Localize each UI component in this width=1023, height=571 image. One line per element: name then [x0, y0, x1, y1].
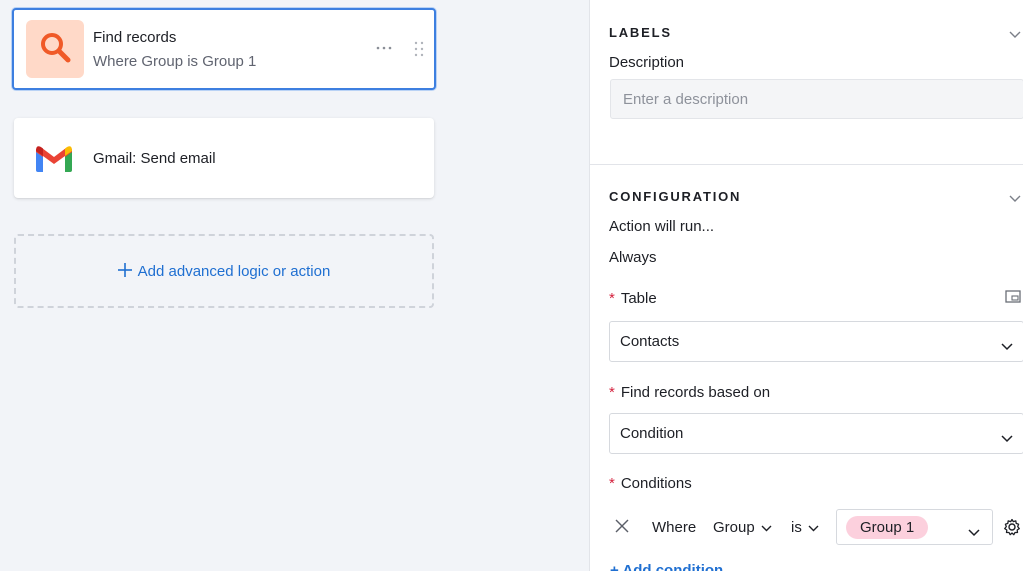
- add-condition-link[interactable]: + Add condition: [610, 562, 723, 571]
- condition-value-pill: Group 1: [846, 516, 929, 539]
- find-based-select-value: Condition: [620, 425, 684, 442]
- condition-field-select[interactable]: Group: [713, 519, 772, 536]
- configuration-section-heading: CONFIGURATION: [609, 189, 742, 204]
- chevron-down-icon: [1001, 338, 1013, 355]
- more-options-icon[interactable]: [376, 40, 392, 56]
- run-condition-value[interactable]: Always: [609, 249, 657, 266]
- gmail-icon: [34, 143, 74, 178]
- step-subtitle: Where Group is Group 1: [93, 53, 257, 70]
- condition-prefix: Where: [652, 519, 697, 536]
- chevron-down-icon: [761, 525, 772, 532]
- condition-value-select[interactable]: Group 1: [836, 509, 993, 545]
- condition-row: Where Group is Group 1: [609, 509, 1023, 545]
- step-card-find-records[interactable]: Find records Where Group is Group 1: [12, 8, 436, 90]
- step-title: Find records: [93, 29, 177, 46]
- table-field-label: * Table: [609, 290, 657, 307]
- find-based-select[interactable]: Condition: [609, 413, 1023, 454]
- workflow-canvas: Find records Where Group is Group 1 Gmai…: [0, 0, 589, 571]
- collapse-configuration-chevron-icon[interactable]: [1009, 190, 1021, 202]
- remove-condition-close-icon[interactable]: [615, 519, 629, 533]
- required-asterisk: *: [609, 384, 615, 401]
- step-title: Gmail: Send email: [93, 150, 216, 167]
- conditions-label: * Conditions: [609, 475, 692, 492]
- gear-icon[interactable]: [1003, 518, 1021, 536]
- search-icon: [38, 30, 72, 69]
- run-condition-label: Action will run...: [609, 218, 715, 235]
- required-asterisk: *: [609, 475, 615, 492]
- description-label: Description: [609, 54, 685, 71]
- table-select-value: Contacts: [620, 333, 680, 350]
- step-card-gmail[interactable]: Gmail: Send email: [14, 118, 434, 198]
- labels-section-heading: LABELS: [609, 25, 672, 40]
- step-config-panel: LABELS Description CONFIGURATION Action …: [589, 0, 1023, 571]
- description-input[interactable]: [610, 79, 1023, 119]
- expand-panel-icon[interactable]: [1005, 290, 1021, 304]
- step-icon-tile: [26, 20, 84, 78]
- chevron-down-icon: [1001, 430, 1013, 447]
- required-asterisk: *: [609, 290, 615, 307]
- find-based-label: * Find records based on: [609, 384, 771, 401]
- drag-handle-icon[interactable]: [414, 41, 424, 57]
- add-action-label: Add advanced logic or action: [137, 262, 331, 280]
- collapse-labels-chevron-icon[interactable]: [1009, 26, 1021, 38]
- condition-operator-select[interactable]: is: [791, 519, 819, 536]
- add-action-button[interactable]: Add advanced logic or action: [14, 234, 434, 308]
- chevron-down-icon: [968, 524, 980, 542]
- table-select[interactable]: Contacts: [609, 321, 1023, 362]
- section-divider: [590, 164, 1023, 165]
- plus-icon: [117, 263, 132, 279]
- chevron-down-icon: [808, 525, 819, 532]
